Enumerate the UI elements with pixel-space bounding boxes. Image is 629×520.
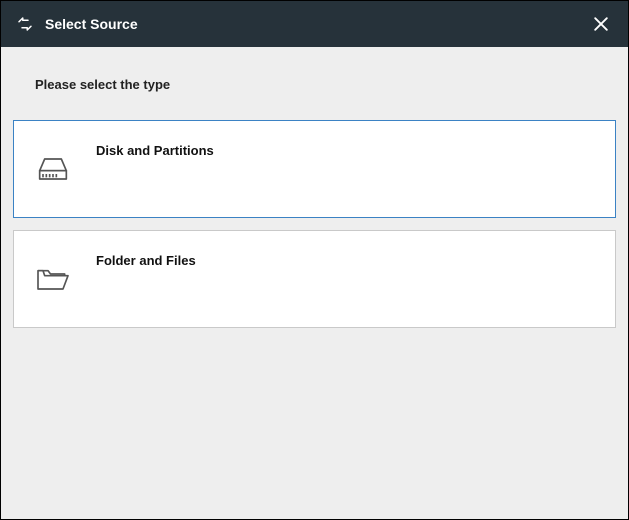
select-source-dialog: Select Source Please select the type xyxy=(0,0,629,520)
options-list: Disk and Partitions Folder and Files xyxy=(13,120,616,328)
disk-icon xyxy=(28,144,78,194)
dialog-content: Please select the type Disk and Partitio… xyxy=(1,47,628,519)
option-label: Folder and Files xyxy=(96,253,196,268)
close-button[interactable] xyxy=(588,11,614,37)
prompt-text: Please select the type xyxy=(13,47,616,120)
option-folder-and-files[interactable]: Folder and Files xyxy=(13,230,616,328)
titlebar: Select Source xyxy=(1,1,628,47)
option-label: Disk and Partitions xyxy=(96,143,214,158)
option-disk-and-partitions[interactable]: Disk and Partitions xyxy=(13,120,616,218)
dialog-title: Select Source xyxy=(45,16,588,32)
app-logo-icon xyxy=(15,14,35,34)
folder-icon xyxy=(28,254,78,304)
